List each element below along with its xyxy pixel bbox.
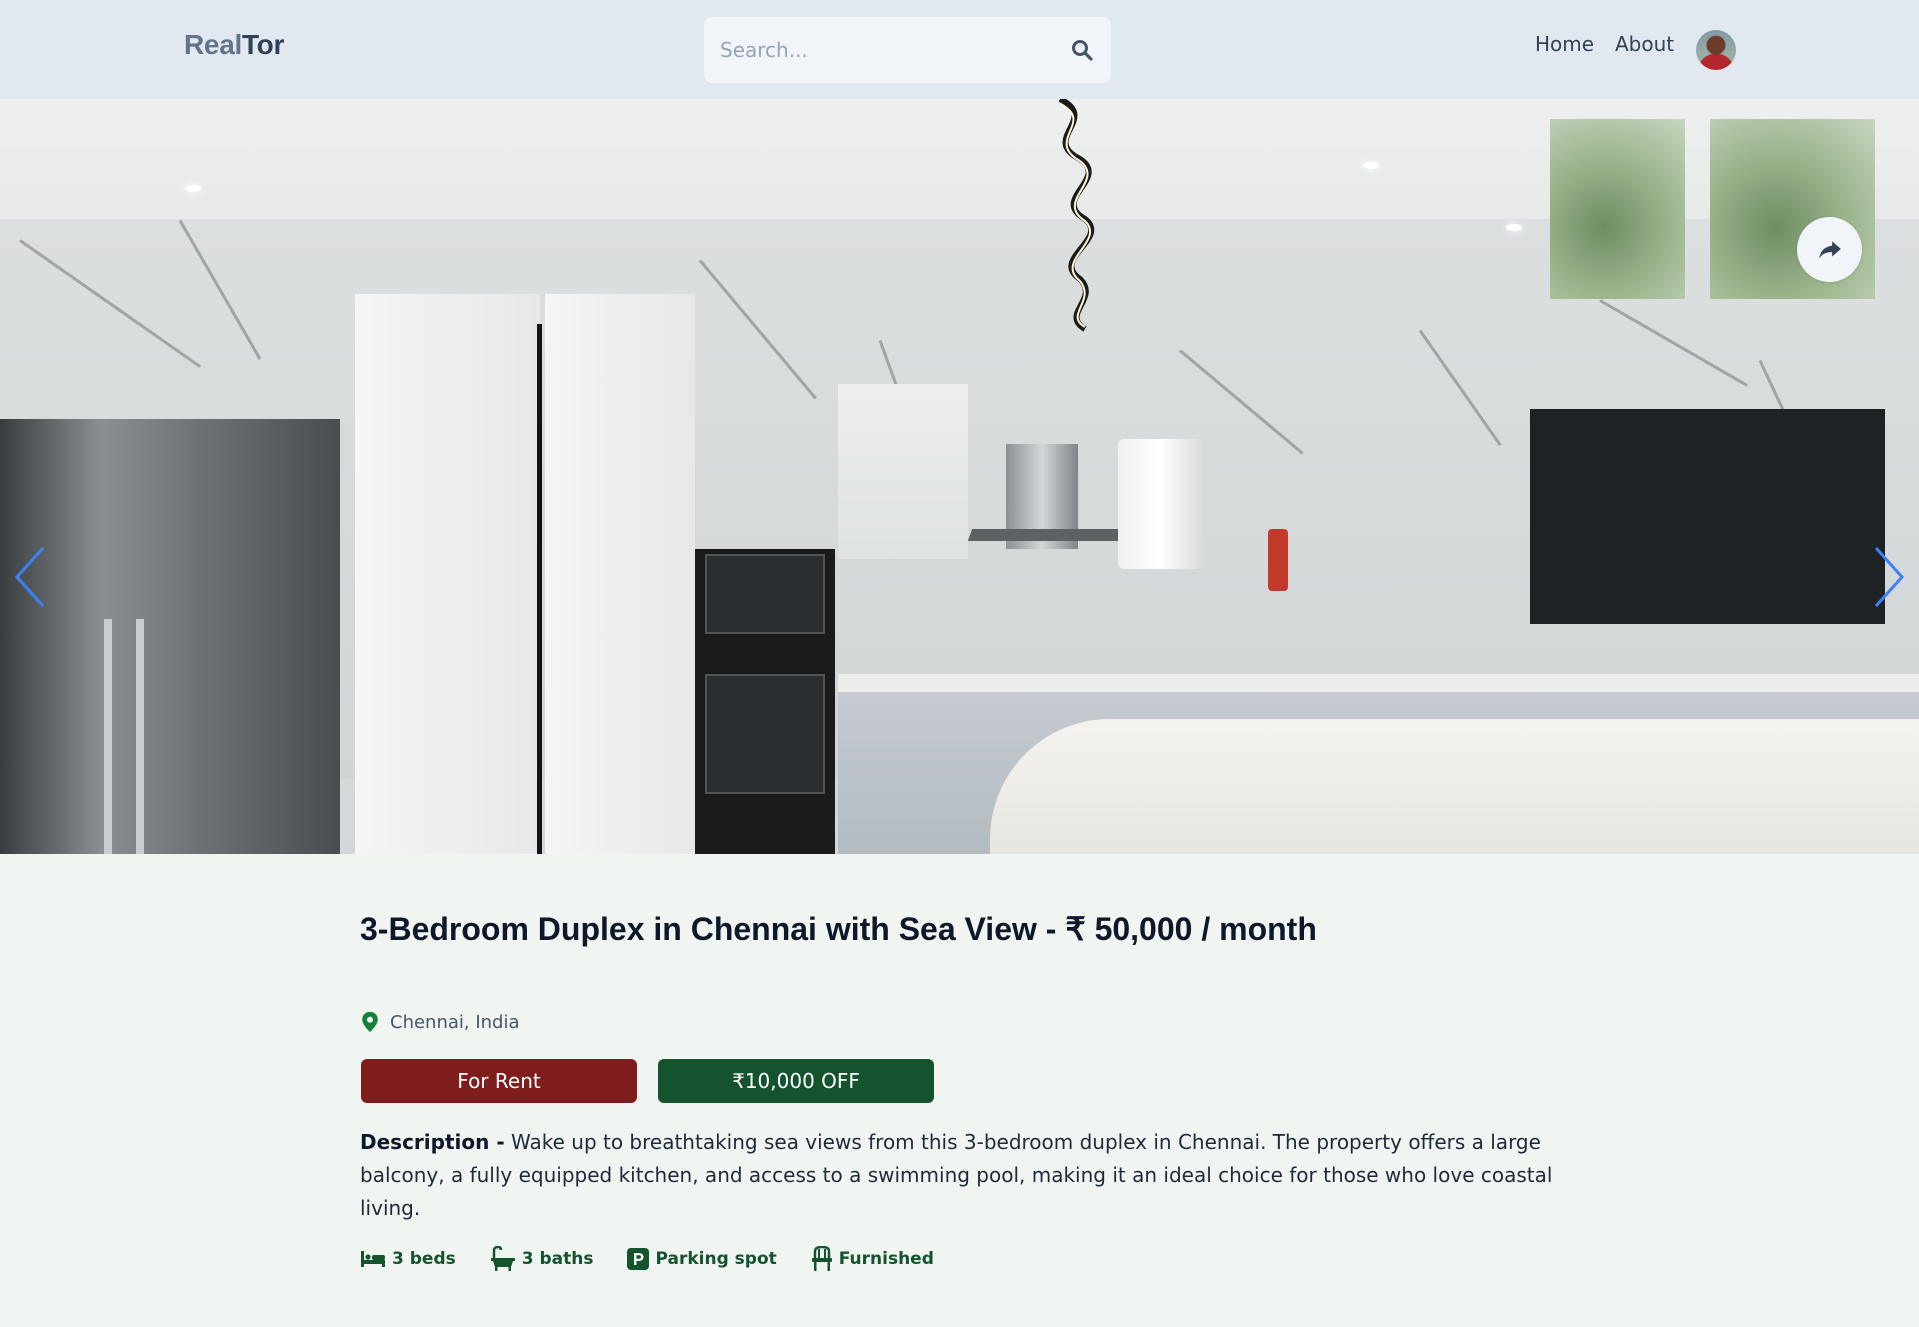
map-pin-icon (362, 1011, 378, 1033)
search-input[interactable] (704, 17, 1044, 83)
feature-label: Furnished (838, 1249, 934, 1269)
avatar[interactable] (1696, 30, 1736, 70)
feature-furnished: Furnished (811, 1246, 934, 1272)
header: RealTor Home About (0, 0, 1919, 99)
discount-badge: ₹10,000 OFF (658, 1059, 934, 1103)
listing-location: Chennai, India (360, 1010, 520, 1034)
description-label: Description - (360, 1130, 505, 1154)
feature-label: 3 beds (392, 1249, 456, 1269)
chair-icon (811, 1246, 832, 1271)
feature-label: Parking spot (655, 1249, 777, 1269)
type-badge: For Rent (361, 1059, 637, 1103)
description-text: Wake up to breathtaking sea views from t… (360, 1130, 1553, 1220)
feature-parking: Parking spot (627, 1248, 777, 1270)
share-button[interactable] (1797, 217, 1862, 282)
feature-label: 3 baths (521, 1249, 594, 1269)
feature-baths: 3 baths (490, 1246, 594, 1272)
listing-description: Description - Wake up to breathtaking se… (360, 1126, 1560, 1225)
bath-icon (490, 1246, 515, 1271)
chevron-left-icon[interactable] (13, 544, 49, 610)
location-text: Chennai, India (390, 1011, 520, 1033)
listing-title: 3-Bedroom Duplex in Chennai with Sea Vie… (360, 911, 1317, 947)
nav-about[interactable]: About (1615, 32, 1674, 56)
logo-tor: Tor (241, 29, 285, 60)
logo-real: Real (184, 29, 242, 60)
logo[interactable]: RealTor (184, 29, 284, 61)
feature-list: 3 beds 3 baths Parking spot Furnished (360, 1245, 934, 1273)
search-bar (704, 17, 1111, 83)
feature-beds: 3 beds (360, 1249, 456, 1269)
image-carousel (0, 99, 1919, 854)
parking-icon (627, 1248, 650, 1270)
chevron-right-icon[interactable] (1870, 544, 1906, 610)
nav-home[interactable]: Home (1535, 32, 1594, 56)
share-icon (1819, 241, 1841, 259)
search-icon[interactable] (1070, 38, 1094, 62)
bed-icon (361, 1251, 385, 1267)
